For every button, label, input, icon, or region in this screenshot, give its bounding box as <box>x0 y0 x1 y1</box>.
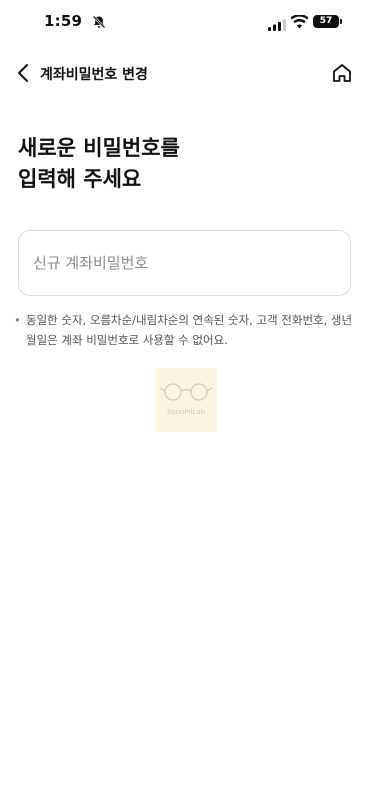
notice-text: 동일한 숫자, 오름차순/내림차순의 연속된 숫자, 고객 전화번호, 생년월일… <box>26 313 353 347</box>
home-icon[interactable] <box>331 62 353 84</box>
notice-bullet: • <box>14 313 21 327</box>
watermark-text: SoonPilLab <box>166 408 206 416</box>
status-time: 1:59 <box>44 12 83 30</box>
navbar: 계좌비밀번호 변경 <box>0 56 371 90</box>
chevron-left-icon[interactable] <box>14 62 34 84</box>
status-bar: 1:59 57 <box>0 0 371 46</box>
password-notice: • 동일한 숫자, 오름차순/내림차순의 연속된 숫자, 고객 전화번호, 생년… <box>14 310 354 350</box>
bell-muted-icon <box>92 14 106 29</box>
wifi-icon <box>290 14 309 29</box>
heading-line-1: 새로운 비밀번호를 <box>18 136 180 160</box>
main-heading: 새로운 비밀번호를 입력해 주세요 <box>18 133 180 195</box>
battery-icon: 57 <box>313 15 342 28</box>
new-password-input[interactable] <box>33 231 333 295</box>
heading-line-2: 입력해 주세요 <box>18 167 142 191</box>
password-input-box[interactable] <box>18 230 351 296</box>
page-title: 계좌비밀번호 변경 <box>40 67 148 83</box>
watermark-logo: SoonPilLab <box>155 368 217 432</box>
signal-icon <box>268 16 286 31</box>
